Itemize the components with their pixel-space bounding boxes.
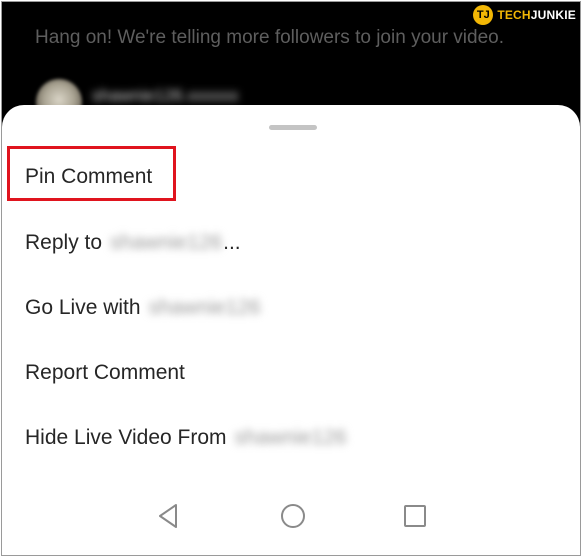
android-navigation-bar	[2, 483, 580, 555]
techjunkie-logo-icon: TJ	[473, 5, 494, 25]
go-live-with-username: shawnie126	[148, 296, 261, 319]
report-comment-option[interactable]: Report Comment	[2, 351, 580, 395]
techjunkie-watermark: TJ TECHJUNKIE	[473, 5, 576, 25]
commenter-name: shawnie126.xxxxxx	[92, 86, 239, 105]
recent-apps-icon[interactable]	[400, 501, 430, 531]
pin-comment-option[interactable]: Pin Comment	[2, 155, 580, 199]
hide-live-video-username: shawnie126	[234, 426, 347, 449]
back-icon[interactable]	[154, 501, 184, 531]
report-comment-label: Report Comment	[25, 361, 185, 384]
reply-to-label: Reply to	[25, 231, 103, 254]
reply-to-ellipsis: ...	[223, 231, 241, 254]
wordmark-part-2: JUNKIE	[530, 8, 576, 22]
reply-to-option[interactable]: Reply to shawnie126 ...	[2, 221, 580, 265]
pin-comment-label: Pin Comment	[25, 165, 153, 188]
go-live-with-label: Go Live with	[25, 296, 141, 319]
sheet-drag-handle[interactable]	[269, 125, 317, 130]
home-icon[interactable]	[278, 501, 308, 531]
go-live-with-option[interactable]: Go Live with shawnie126	[2, 286, 580, 330]
hide-live-video-label: Hide Live Video From	[25, 426, 227, 449]
reply-to-username: shawnie126	[110, 231, 223, 254]
screenshot-frame: Hang on! We're telling more followers to…	[1, 1, 581, 556]
hide-live-video-option[interactable]: Hide Live Video From shawnie126	[2, 416, 580, 460]
wordmark-part-1: TECH	[497, 8, 531, 22]
techjunkie-wordmark: TECHJUNKIE	[497, 8, 576, 22]
live-status-message: Hang on! We're telling more followers to…	[35, 27, 505, 48]
